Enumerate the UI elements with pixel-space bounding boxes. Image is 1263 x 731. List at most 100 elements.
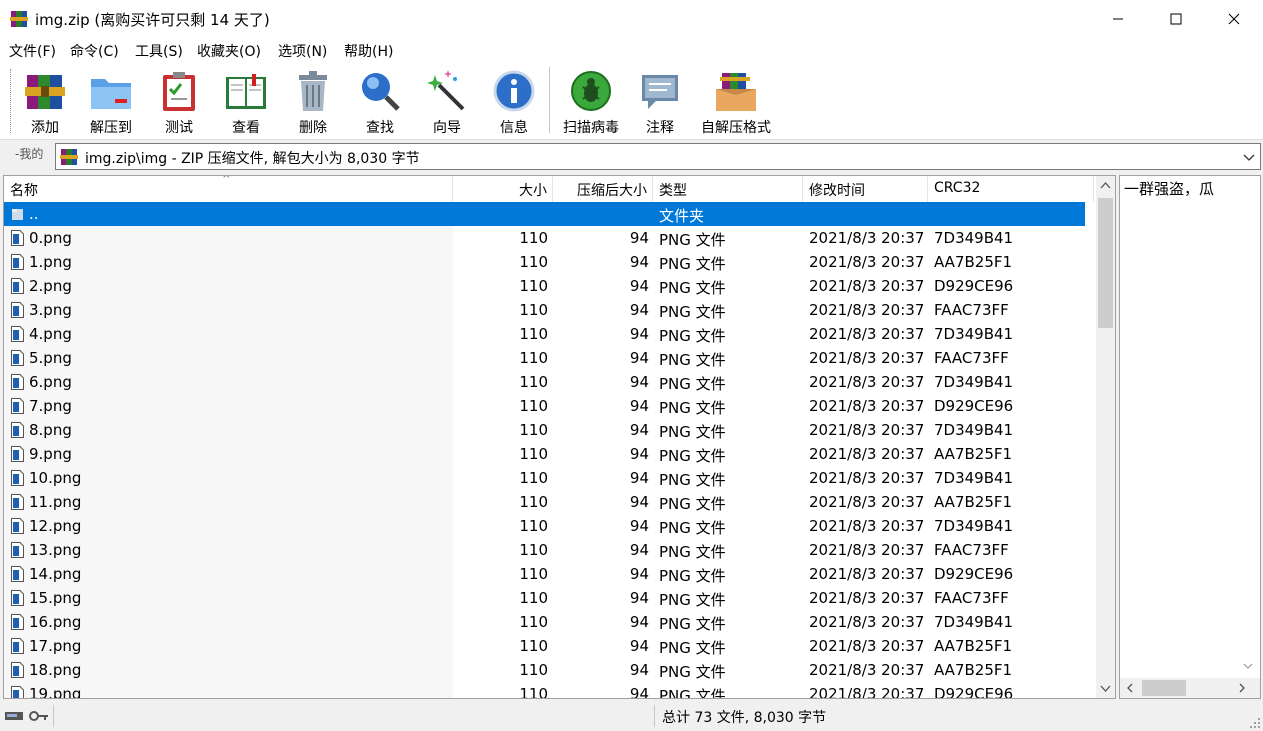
- comment-label: 注释: [646, 120, 674, 136]
- minimize-button[interactable]: [1089, 0, 1147, 38]
- sfx-button[interactable]: 自解压格式: [701, 67, 771, 136]
- info-icon: [493, 70, 535, 112]
- status-summary: 总计 73 文件, 8,030 字节: [662, 710, 827, 726]
- file-crc32: FAAC73FF: [934, 349, 1009, 367]
- column-size[interactable]: 大小: [453, 176, 553, 202]
- file-crc32: AA7B25F1: [934, 661, 1013, 679]
- file-modified: 2021/8/3 20:37: [809, 613, 925, 631]
- drive-key-icon[interactable]: [4, 708, 50, 724]
- extract-to-button[interactable]: 解压到: [80, 67, 142, 136]
- column-name[interactable]: ^ 名称: [4, 176, 453, 202]
- file-row[interactable]: 16.png 110 94 PNG 文件 2021/8/3 20:37 7D349B41: [4, 610, 1094, 634]
- file-modified: 2021/8/3 20:37: [809, 517, 925, 535]
- scroll-down-icon[interactable]: [1096, 678, 1115, 698]
- chevron-down-icon[interactable]: [1242, 150, 1256, 164]
- maximize-icon: [1170, 13, 1182, 25]
- menu-file[interactable]: 文件(F): [9, 41, 56, 61]
- file-modified: 2021/8/3 20:37: [809, 661, 925, 679]
- png-file-icon: [11, 422, 24, 438]
- file-row[interactable]: 12.png 110 94 PNG 文件 2021/8/3 20:37 7D349B41: [4, 514, 1094, 538]
- file-crc32: 7D349B41: [934, 373, 1014, 391]
- virus-scan-button[interactable]: 扫描病毒: [560, 67, 622, 136]
- column-crc32[interactable]: CRC32: [928, 176, 1094, 202]
- info-button[interactable]: 信息: [483, 67, 545, 136]
- file-modified: 2021/8/3 20:37: [809, 325, 925, 343]
- file-row[interactable]: 10.png 110 94 PNG 文件 2021/8/3 20:37 7D349B41: [4, 466, 1094, 490]
- file-row[interactable]: 9.png 110 94 PNG 文件 2021/8/3 20:37 AA7B25F1: [4, 442, 1094, 466]
- column-modified[interactable]: 修改时间: [803, 176, 928, 202]
- maximize-button[interactable]: [1147, 0, 1205, 38]
- scroll-right-icon[interactable]: [1236, 681, 1248, 695]
- menu-command[interactable]: 命令(C): [70, 41, 119, 61]
- comment-hscroll-thumb[interactable]: [1142, 680, 1186, 696]
- file-packed-size: 94: [629, 325, 649, 343]
- file-row[interactable]: 2.png 110 94 PNG 文件 2021/8/3 20:37 D929CE96: [4, 274, 1094, 298]
- file-row[interactable]: 17.png 110 94 PNG 文件 2021/8/3 20:37 AA7B25F1: [4, 634, 1094, 658]
- file-type: PNG 文件: [659, 495, 726, 513]
- file-row[interactable]: 3.png 110 94 PNG 文件 2021/8/3 20:37 FAAC73FF: [4, 298, 1094, 322]
- test-button[interactable]: 测试: [148, 67, 210, 136]
- scroll-left-icon[interactable]: [1124, 681, 1136, 695]
- winrar-window: img.zip (离购买许可只剩 14 天了) 文件(F) 命令(C) 工具(S…: [0, 0, 1263, 731]
- file-row[interactable]: 15.png 110 94 PNG 文件 2021/8/3 20:37 FAAC73FF: [4, 586, 1094, 610]
- file-crc32: FAAC73FF: [934, 589, 1009, 607]
- file-row[interactable]: 5.png 110 94 PNG 文件 2021/8/3 20:37 FAAC73FF: [4, 346, 1094, 370]
- file-name: 12.png: [29, 517, 82, 535]
- file-row[interactable]: 13.png 110 94 PNG 文件 2021/8/3 20:37 FAAC73FF: [4, 538, 1094, 562]
- delete-button[interactable]: 删除: [282, 67, 344, 136]
- scroll-thumb[interactable]: [1098, 198, 1113, 328]
- file-row[interactable]: 0.png 110 94 PNG 文件 2021/8/3 20:37 7D349B41: [4, 226, 1094, 250]
- scroll-up-icon[interactable]: [1096, 176, 1115, 196]
- comment-button[interactable]: 注释: [629, 67, 691, 136]
- parent-folder-row[interactable]: .. 文件夹: [4, 202, 1085, 226]
- file-list-scrollbar[interactable]: [1096, 176, 1115, 698]
- close-button[interactable]: [1205, 0, 1263, 38]
- file-modified: 2021/8/3 20:37: [809, 637, 925, 655]
- file-row[interactable]: 7.png 110 94 PNG 文件 2021/8/3 20:37 D929CE96: [4, 394, 1094, 418]
- file-crc32: 7D349B41: [934, 469, 1014, 487]
- file-type: PNG 文件: [659, 687, 726, 699]
- file-crc32: 7D349B41: [934, 517, 1014, 535]
- address-path-combobox[interactable]: img.zip\img - ZIP 压缩文件, 解包大小为 8,030 字节: [55, 143, 1261, 170]
- menu-favorites[interactable]: 收藏夹(O): [197, 41, 261, 61]
- file-modified: 2021/8/3 20:37: [809, 445, 925, 463]
- file-size: 110: [519, 277, 548, 295]
- file-row[interactable]: 8.png 110 94 PNG 文件 2021/8/3 20:37 7D349B41: [4, 418, 1094, 442]
- comment-pane[interactable]: 一群强盗，瓜: [1119, 175, 1261, 699]
- parent-folder-name: ..: [29, 205, 39, 223]
- add-button[interactable]: 添加: [14, 67, 76, 136]
- file-row[interactable]: 19.png 110 94 PNG 文件 2021/8/3 20:37 D929CE96: [4, 682, 1094, 699]
- sfx-label: 自解压格式: [701, 120, 771, 136]
- menu-help[interactable]: 帮助(H): [344, 41, 393, 61]
- info-label: 信息: [500, 120, 528, 136]
- menu-options[interactable]: 选项(N): [278, 41, 327, 61]
- file-row[interactable]: 18.png 110 94 PNG 文件 2021/8/3 20:37 AA7B25F1: [4, 658, 1094, 682]
- title-bar[interactable]: img.zip (离购买许可只剩 14 天了): [0, 0, 1263, 38]
- file-row[interactable]: 14.png 110 94 PNG 文件 2021/8/3 20:37 D929CE96: [4, 562, 1094, 586]
- file-row[interactable]: 11.png 110 94 PNG 文件 2021/8/3 20:37 AA7B25F1: [4, 490, 1094, 514]
- file-size: 110: [519, 637, 548, 655]
- file-size: 110: [519, 565, 548, 583]
- column-packed-size[interactable]: 压缩后大小: [553, 176, 653, 202]
- file-packed-size: 94: [629, 469, 649, 487]
- file-row[interactable]: 4.png 110 94 PNG 文件 2021/8/3 20:37 7D349B41: [4, 322, 1094, 346]
- file-row[interactable]: 1.png 110 94 PNG 文件 2021/8/3 20:37 AA7B25F1: [4, 250, 1094, 274]
- add-archive-icon: [25, 75, 65, 109]
- file-row[interactable]: 6.png 110 94 PNG 文件 2021/8/3 20:37 7D349B41: [4, 370, 1094, 394]
- file-crc32: D929CE96: [934, 397, 1014, 415]
- wizard-button[interactable]: 向导: [416, 67, 478, 136]
- file-list[interactable]: ^ 名称 大小 压缩后大小 类型 修改时间 CRC32 .. 文件夹 0.png…: [3, 175, 1116, 699]
- menu-tools[interactable]: 工具(S): [135, 41, 183, 61]
- file-size: 110: [519, 421, 548, 439]
- column-type[interactable]: 类型: [653, 176, 803, 202]
- png-file-icon: [11, 518, 24, 534]
- resize-grip-icon[interactable]: [1249, 717, 1261, 729]
- minimize-icon: [1113, 18, 1123, 20]
- file-size: 110: [519, 493, 548, 511]
- png-file-icon: [11, 662, 24, 678]
- comment-hscrollbar[interactable]: [1120, 678, 1260, 698]
- find-button[interactable]: 查找: [349, 67, 411, 136]
- comment-scroll-down-icon[interactable]: [1240, 658, 1256, 674]
- file-crc32: FAAC73FF: [934, 541, 1009, 559]
- view-button[interactable]: 查看: [215, 67, 277, 136]
